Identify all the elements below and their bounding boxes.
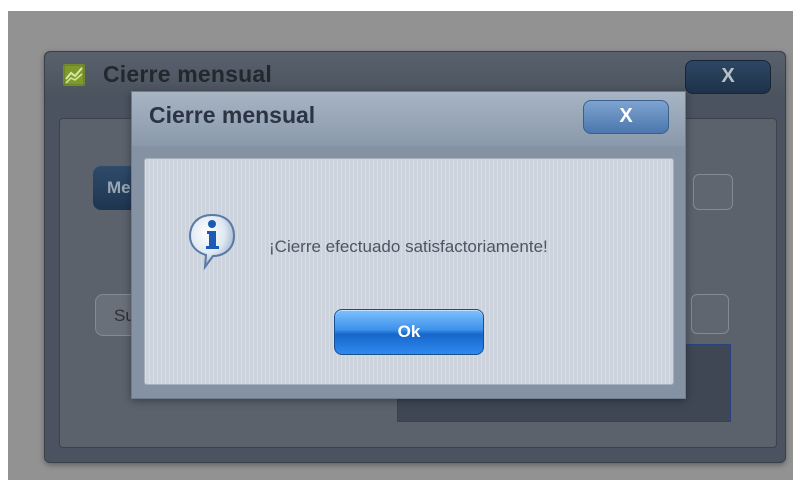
- dialog-close-button[interactable]: X: [583, 100, 669, 134]
- dialog-title-bar: Cierre mensual X: [132, 92, 685, 146]
- background-field-2[interactable]: [691, 294, 729, 334]
- ok-button[interactable]: Ok: [334, 309, 484, 355]
- dialog-message: ¡Cierre efectuado satisfactoriamente!: [269, 237, 548, 256]
- dialog-title: Cierre mensual: [149, 102, 316, 128]
- chart-icon: [63, 64, 85, 86]
- background-field[interactable]: [693, 174, 733, 210]
- background-window-title: Cierre mensual: [103, 61, 272, 87]
- message-dialog: Cierre mensual X ¡Cierre efectuado satis…: [131, 91, 686, 399]
- info-icon: [187, 211, 237, 271]
- dialog-body: ¡Cierre efectuado satisfactoriamente! Ok: [144, 158, 674, 385]
- background-close-button[interactable]: X: [685, 60, 771, 94]
